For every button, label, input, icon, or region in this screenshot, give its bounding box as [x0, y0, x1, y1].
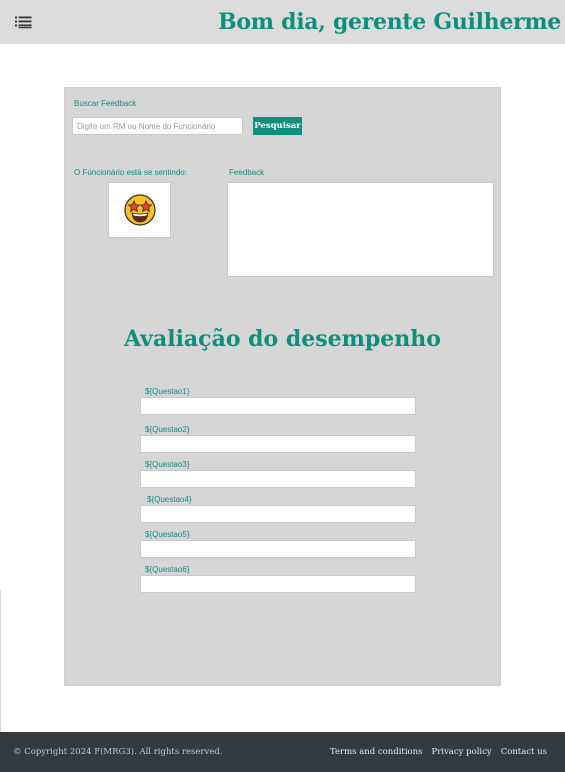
search-input[interactable]: [72, 117, 243, 135]
search-button[interactable]: Pesquisar: [253, 117, 302, 135]
evaluation-title: Avaliação do desempenho: [124, 326, 441, 352]
mood-display: [108, 182, 171, 238]
feedback-text-area[interactable]: [227, 182, 494, 277]
terms-link[interactable]: Terms and conditions: [330, 747, 423, 757]
list-menu-icon[interactable]: [12, 13, 34, 31]
divider: [0, 590, 1, 732]
question-5-label: ${Questao5}: [145, 530, 190, 539]
footer-links: Terms and conditions Privacy policy Cont…: [330, 747, 547, 757]
top-bar: Bom dia, gerente Guilherme: [0, 0, 565, 44]
question-3-input[interactable]: [140, 470, 416, 488]
feedback-card: Buscar Feedback Pesquisar O Funcionário …: [64, 87, 501, 686]
question-6-label: ${Questao6}: [145, 565, 190, 574]
mood-label: O Funcionário está se sentindo:: [74, 168, 187, 177]
star-struck-emoji-icon: [123, 194, 156, 226]
contact-link[interactable]: Contact us: [501, 747, 547, 757]
question-5-input[interactable]: [140, 540, 416, 558]
greeting-title: Bom dia, gerente Guilherme: [218, 9, 561, 35]
question-3-label: ${Questao3}: [145, 460, 190, 469]
question-2-input[interactable]: [140, 435, 416, 453]
question-4-label: ${Questao4}: [147, 495, 192, 504]
question-4-input[interactable]: [140, 505, 416, 523]
footer: © Copyright 2024 F(MRG3). All rights res…: [0, 732, 565, 772]
feedback-label: Feedback: [229, 168, 265, 177]
question-6-input[interactable]: [140, 575, 416, 593]
copyright-text: © Copyright 2024 F(MRG3). All rights res…: [13, 747, 223, 757]
question-2-label: ${Questao2}: [145, 425, 190, 434]
privacy-link[interactable]: Privacy policy: [432, 747, 492, 757]
question-1-label: ${Questao1}: [145, 387, 190, 396]
question-1-input[interactable]: [140, 397, 416, 415]
search-label: Buscar Feedback: [74, 99, 137, 108]
